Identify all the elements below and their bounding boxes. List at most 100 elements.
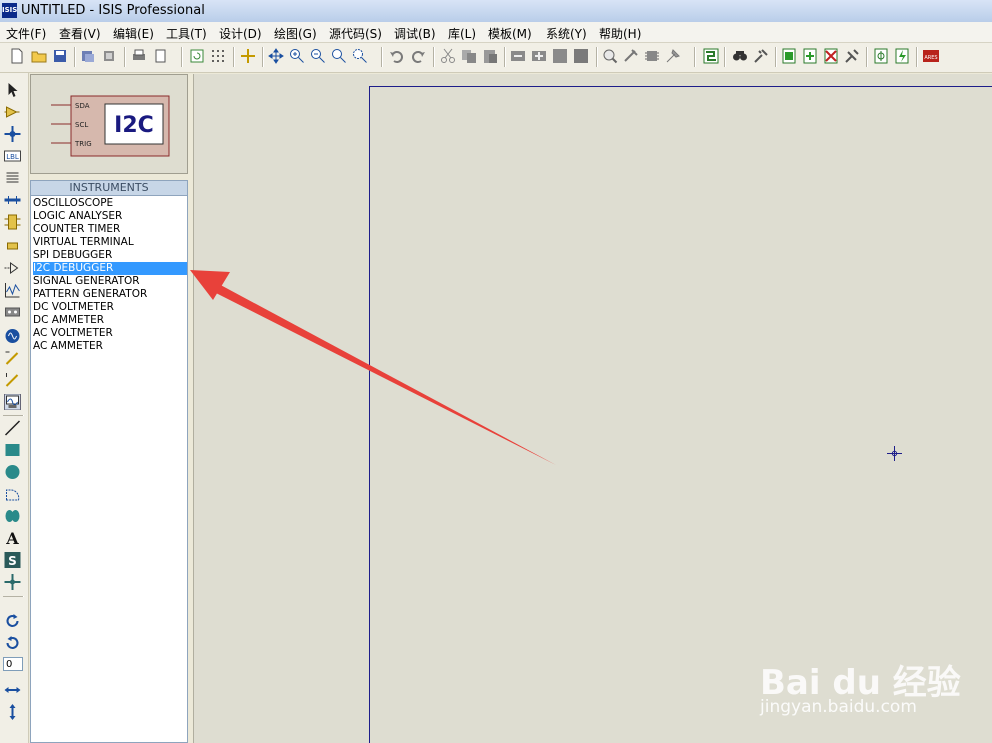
current-probe-icon[interactable] xyxy=(4,372,21,388)
list-item-pattern-generator[interactable]: PATTERN GENERATOR xyxy=(33,288,187,301)
wire-label-icon[interactable]: LBL xyxy=(4,148,21,164)
svg-text:ARES: ARES xyxy=(924,55,937,61)
terminals-mode-icon[interactable] xyxy=(4,238,21,254)
circle-tool-icon[interactable] xyxy=(4,464,21,480)
virtual-instruments-icon[interactable] xyxy=(4,394,21,410)
component-mode-icon[interactable] xyxy=(4,104,21,120)
zoom-all-icon[interactable] xyxy=(331,48,347,64)
new-file-icon[interactable] xyxy=(9,48,25,64)
pan-icon[interactable] xyxy=(268,48,284,64)
electrical-rule-check-icon[interactable] xyxy=(894,48,910,64)
menu-debug[interactable]: 调试(B) xyxy=(394,25,436,42)
device-pins-icon[interactable] xyxy=(4,260,21,276)
block-move-icon[interactable] xyxy=(531,48,547,64)
i2c-debugger-symbol: I2C SDA SCL TRIG xyxy=(51,95,170,157)
undo-icon[interactable] xyxy=(389,48,405,64)
list-item-logic-analyser[interactable]: LOGIC ANALYSER xyxy=(33,210,187,223)
ares-netlist-icon[interactable]: ARES xyxy=(923,48,939,64)
list-item-oscilloscope[interactable]: OSCILLOSCOPE xyxy=(33,197,187,210)
preview-pin-sda: SDA xyxy=(75,102,90,110)
list-item-ac-ammeter[interactable]: AC AMMETER xyxy=(33,340,187,353)
overview-preview[interactable]: I2C SDA SCL TRIG xyxy=(30,74,188,174)
redo-icon[interactable] xyxy=(410,48,426,64)
preview-pin-trig: TRIG xyxy=(74,140,92,148)
save-icon[interactable] xyxy=(52,48,68,64)
property-tool-icon[interactable] xyxy=(753,48,769,64)
zoom-area-icon[interactable] xyxy=(352,48,368,64)
block-rotate-icon[interactable] xyxy=(552,48,568,64)
remove-sheet-icon[interactable] xyxy=(823,48,839,64)
copy-icon[interactable] xyxy=(461,48,477,64)
menu-source[interactable]: 源代码(S) xyxy=(329,25,382,42)
text-script-icon[interactable] xyxy=(4,170,21,186)
tape-recorder-icon[interactable] xyxy=(4,304,21,320)
list-item-counter-timer[interactable]: COUNTER TIMER xyxy=(33,223,187,236)
list-item-spi-debugger[interactable]: SPI DEBUGGER xyxy=(33,249,187,262)
zoom-in-icon[interactable] xyxy=(289,48,305,64)
list-item-i2c-debugger-selected[interactable]: I2C DEBUGGER xyxy=(33,262,187,275)
menu-edit[interactable]: 编辑(E) xyxy=(113,25,154,42)
list-item-virtual-terminal[interactable]: VIRTUAL TERMINAL xyxy=(33,236,187,249)
bus-icon[interactable] xyxy=(4,192,21,208)
rotate-clockwise-icon[interactable] xyxy=(4,613,21,629)
symbol-tool-icon[interactable]: S xyxy=(4,552,21,568)
export-icon[interactable] xyxy=(101,48,117,64)
menu-system[interactable]: 系统(Y) xyxy=(546,25,587,42)
paste-icon[interactable] xyxy=(482,48,498,64)
subcircuit-icon[interactable] xyxy=(4,214,21,230)
design-explorer-icon[interactable] xyxy=(781,48,797,64)
box-tool-icon[interactable] xyxy=(4,442,21,458)
main-toolbar: ARES xyxy=(0,43,992,73)
voltage-probe-icon[interactable] xyxy=(4,350,21,366)
pick-device-icon[interactable] xyxy=(602,48,618,64)
rotation-angle-input[interactable]: 0 xyxy=(3,657,23,671)
cut-icon[interactable] xyxy=(440,48,456,64)
mirror-horizontal-icon[interactable] xyxy=(4,682,21,698)
arc-tool-icon[interactable] xyxy=(4,486,21,502)
grid-icon[interactable] xyxy=(210,48,226,64)
block-delete-icon[interactable] xyxy=(573,48,589,64)
mode-toolbar: LBL A S 0 xyxy=(0,73,29,743)
line-tool-icon[interactable] xyxy=(4,420,21,436)
menu-library[interactable]: 库(L) xyxy=(448,25,476,42)
mirror-vertical-icon[interactable] xyxy=(4,704,21,720)
menu-design[interactable]: 设计(D) xyxy=(219,25,262,42)
junction-dot-icon[interactable] xyxy=(4,126,21,142)
open-folder-icon[interactable] xyxy=(31,48,47,64)
zoom-to-child-icon[interactable] xyxy=(844,48,860,64)
instruments-list[interactable]: OSCILLOSCOPE LOGIC ANALYSER COUNTER TIME… xyxy=(30,196,188,743)
list-item-dc-voltmeter[interactable]: DC VOLTMETER xyxy=(33,301,187,314)
text-tool-icon[interactable]: A xyxy=(4,530,21,546)
refresh-icon[interactable] xyxy=(189,48,205,64)
new-sheet-icon[interactable] xyxy=(802,48,818,64)
block-copy-icon[interactable] xyxy=(510,48,526,64)
wire-autorouter-icon[interactable] xyxy=(703,48,719,64)
import-icon[interactable] xyxy=(80,48,96,64)
selection-mode-icon[interactable] xyxy=(4,82,21,98)
rotate-anticlockwise-icon[interactable] xyxy=(4,635,21,651)
search-tag-icon[interactable] xyxy=(732,48,748,64)
marker-tool-icon[interactable] xyxy=(4,574,21,590)
packaging-icon[interactable] xyxy=(644,48,660,64)
origin-icon[interactable] xyxy=(240,48,256,64)
generator-mode-icon[interactable] xyxy=(4,328,21,344)
menu-help[interactable]: 帮助(H) xyxy=(599,25,641,42)
menu-tools[interactable]: 工具(T) xyxy=(166,25,207,42)
watermark-url: jingyan.baidu.com xyxy=(760,697,917,717)
menu-file[interactable]: 文件(F) xyxy=(6,25,46,42)
print-area-icon[interactable] xyxy=(152,48,168,64)
menu-view[interactable]: 查看(V) xyxy=(59,25,101,42)
path-tool-icon[interactable] xyxy=(4,508,21,524)
list-item-signal-generator[interactable]: SIGNAL GENERATOR xyxy=(33,275,187,288)
annotation-arrow xyxy=(190,270,556,465)
graph-mode-icon[interactable] xyxy=(4,282,21,298)
menu-template[interactable]: 模板(M) xyxy=(488,25,532,42)
list-item-ac-voltmeter[interactable]: AC VOLTMETER xyxy=(33,327,187,340)
make-device-icon[interactable] xyxy=(623,48,639,64)
decompose-icon[interactable] xyxy=(665,48,681,64)
zoom-out-icon[interactable] xyxy=(310,48,326,64)
bill-of-materials-icon[interactable] xyxy=(873,48,889,64)
menu-graph[interactable]: 绘图(G) xyxy=(274,25,317,42)
list-item-dc-ammeter[interactable]: DC AMMETER xyxy=(33,314,187,327)
print-icon[interactable] xyxy=(131,48,147,64)
